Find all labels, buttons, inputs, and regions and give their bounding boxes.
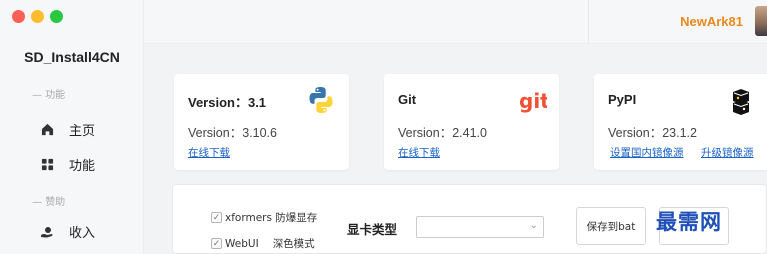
- sidebar-item-features[interactable]: 功能: [40, 155, 95, 174]
- python-download-link[interactable]: 在线下载: [188, 145, 230, 160]
- header-divider: [588, 0, 589, 44]
- upgrade-mirror-link[interactable]: 升级镜像源: [701, 145, 754, 160]
- git-download-link[interactable]: 在线下载: [398, 145, 440, 160]
- home-icon: [40, 123, 54, 137]
- dark-mode-label: 深色模式: [272, 238, 315, 250]
- card-version: Version：2.41.0: [398, 126, 487, 140]
- maximize-window-button[interactable]: [50, 10, 63, 23]
- sidebar: SD_Install4CN — 功能 主页 功能 — 赞助 收入: [0, 0, 144, 254]
- set-domestic-mirror-link[interactable]: 设置国内镜像源: [610, 145, 684, 160]
- card-title: PyPI: [608, 92, 637, 107]
- app-title: SD_Install4CN: [24, 49, 120, 65]
- sidebar-item-home[interactable]: 主页: [40, 120, 95, 139]
- chevron-down-icon: ⌄: [529, 220, 538, 231]
- webui-checkbox[interactable]: ✓ WebUI 深色模式: [211, 236, 315, 251]
- sidebar-item-label: 功能: [69, 159, 96, 174]
- top-header: NewArk81: [144, 0, 767, 44]
- minimize-window-button[interactable]: [31, 10, 44, 23]
- check-icon: ✓: [211, 238, 222, 249]
- git-card: Git git Version：2.41.0 在线下载: [384, 74, 559, 170]
- sidebar-item-income[interactable]: 收入: [40, 222, 95, 241]
- card-title: Git: [398, 92, 417, 107]
- sidebar-section-features: — 功能: [32, 90, 66, 101]
- coin-hand-icon: [40, 225, 54, 239]
- sidebar-item-label: 收入: [69, 226, 96, 241]
- webui-label: WebUI: [225, 237, 259, 250]
- card-title: Version：3.1: [188, 95, 267, 110]
- sidebar-item-label: 主页: [69, 124, 96, 139]
- xformers-label: xformers 防爆显存: [225, 212, 318, 224]
- pypi-card: PyPI Version：23.1.2 设置国内镜像源 升级镜像源: [594, 74, 767, 170]
- card-version: Version：3.10.6: [188, 126, 277, 140]
- gpu-type-label: 显卡类型: [347, 222, 398, 237]
- window-controls: [12, 10, 63, 23]
- grid-icon: [40, 158, 54, 172]
- watermark-logo: 最需网: [656, 209, 722, 234]
- pypi-logo-icon: [728, 88, 754, 120]
- check-icon: ✓: [211, 212, 222, 223]
- git-logo-icon: git: [519, 89, 550, 118]
- sidebar-section-sponsor: — 赞助: [32, 197, 66, 208]
- svg-text:git: git: [519, 90, 547, 113]
- python-logo-icon: [308, 86, 334, 118]
- avatar[interactable]: [755, 6, 767, 36]
- xformers-checkbox[interactable]: ✓ xformers 防爆显存: [211, 210, 317, 225]
- gpu-type-select[interactable]: ⌄: [416, 216, 544, 238]
- close-window-button[interactable]: [12, 10, 25, 23]
- python-card: Version：3.1 Version：3.10.6 在线下载: [174, 74, 349, 170]
- save-to-bat-button[interactable]: 保存到bat: [576, 207, 646, 245]
- card-version: Version：23.1.2: [608, 126, 697, 140]
- username[interactable]: NewArk81: [680, 14, 743, 29]
